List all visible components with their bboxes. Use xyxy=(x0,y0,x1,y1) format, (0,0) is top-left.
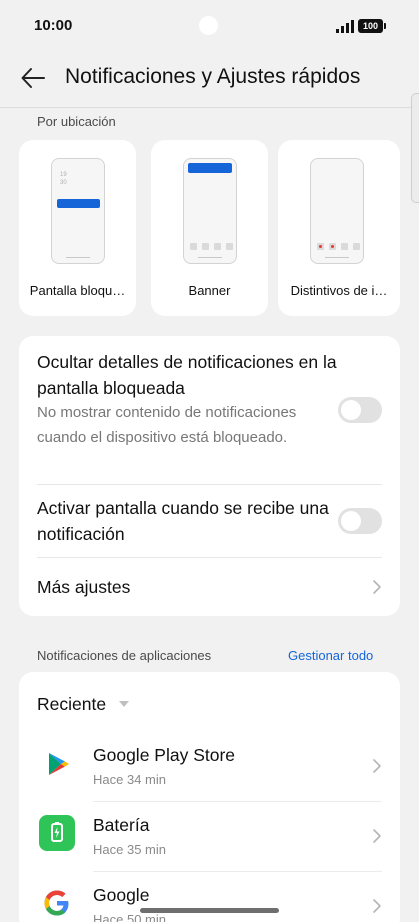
lock-screen-preview: 19 30 xyxy=(51,158,105,264)
chevron-right-icon xyxy=(373,829,381,843)
app-last-notification: Hace 35 min xyxy=(93,842,166,857)
page-title: Notificaciones y Ajustes rápidos xyxy=(65,65,361,88)
badges-preview xyxy=(310,158,364,264)
lock-screen-settings-card: Ocultar detalles de notificaciones en la… xyxy=(19,336,400,616)
style-card-badges[interactable]: Distintivos de i… xyxy=(278,140,400,316)
app-name: Batería xyxy=(93,815,150,835)
google-icon xyxy=(44,890,69,916)
scrollbar[interactable] xyxy=(411,93,419,203)
manage-all-link[interactable]: Gestionar todo xyxy=(288,648,373,663)
app-name: Google Play Store xyxy=(93,745,236,765)
battery-app-icon xyxy=(39,815,75,851)
preview-banner-bar xyxy=(188,163,232,173)
battery-icon: 100 xyxy=(358,19,386,33)
home-indicator[interactable] xyxy=(140,908,279,913)
chevron-right-icon xyxy=(373,580,381,594)
header-divider xyxy=(0,107,419,108)
preview-clock: 19 30 xyxy=(60,172,67,186)
recent-filter-label: Reciente xyxy=(37,694,107,714)
hide-details-toggle[interactable] xyxy=(338,397,382,423)
app-header: Notificaciones y Ajustes rápidos xyxy=(0,52,419,108)
google-play-icon xyxy=(49,753,69,775)
back-arrow-icon[interactable] xyxy=(20,65,46,91)
signal-icon xyxy=(336,20,354,33)
app-last-notification: Hace 50 min xyxy=(93,912,166,922)
style-card-banner[interactable]: Banner xyxy=(151,140,268,316)
style-card-label: Distintivos de i… xyxy=(290,283,388,298)
wake-screen-toggle[interactable] xyxy=(338,508,382,534)
location-section-label: Por ubicación xyxy=(37,114,116,129)
hide-details-title: Ocultar detalles de notificaciones en la… xyxy=(37,352,337,398)
preview-notification-bar xyxy=(57,199,100,208)
status-time: 10:00 xyxy=(34,17,73,34)
chevron-right-icon xyxy=(373,899,381,913)
wake-screen-title: Activar pantalla cuando se recibe una no… xyxy=(37,498,329,544)
app-name: Google xyxy=(93,885,150,905)
app-notifications-label: Notificaciones de aplicaciones xyxy=(37,648,212,663)
status-bar: 10:00 100 xyxy=(0,0,419,52)
style-card-label: Pantalla bloqu… xyxy=(29,283,126,298)
chevron-right-icon xyxy=(373,759,381,773)
style-card-lock-screen[interactable]: 19 30 Pantalla bloqu… xyxy=(19,140,136,316)
camera-cutout xyxy=(199,16,218,35)
app-last-notification: Hace 34 min xyxy=(93,772,166,787)
hide-details-description: No mostrar contenido de notificaciones c… xyxy=(37,404,297,446)
app-notifications-card: Reciente Google Play Store Hace 34 min B… xyxy=(19,672,400,922)
caret-down-icon xyxy=(119,701,129,707)
more-settings-label: Más ajustes xyxy=(37,577,131,597)
banner-preview xyxy=(183,158,237,264)
style-card-label: Banner xyxy=(188,283,231,298)
